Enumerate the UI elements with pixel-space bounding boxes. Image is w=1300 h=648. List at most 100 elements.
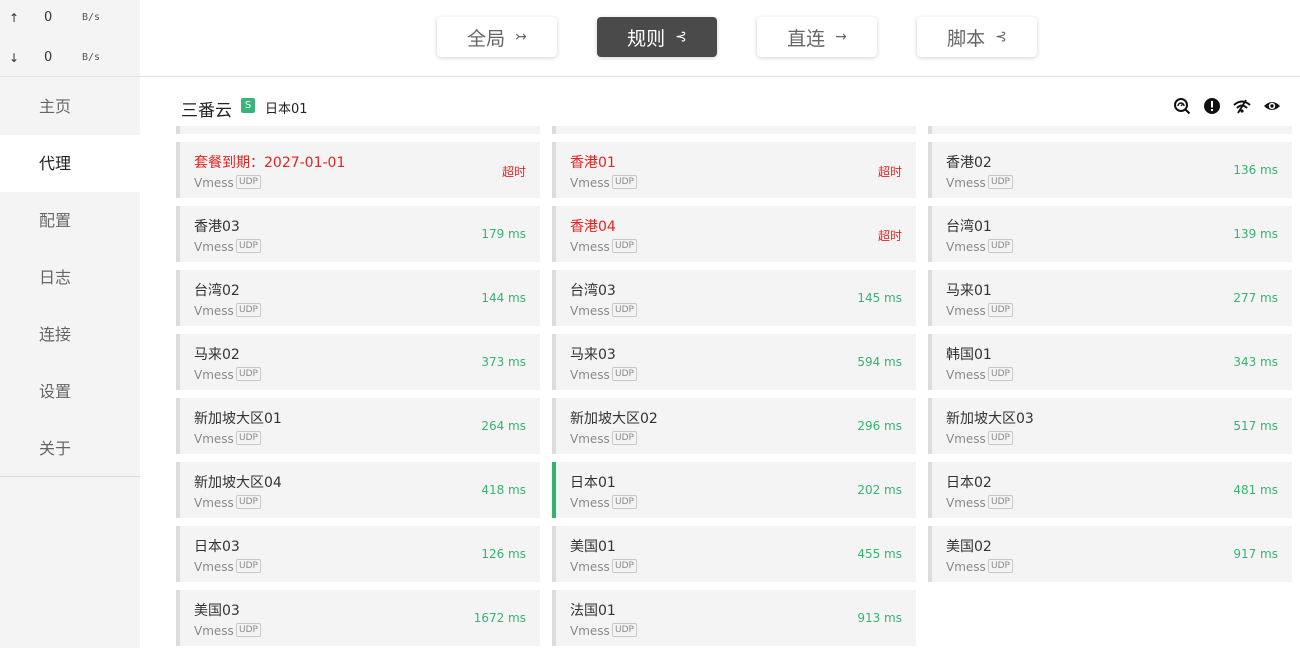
wifi-icon[interactable]	[1233, 97, 1251, 115]
proxy-card[interactable]: 香港01 Vmess UDP 超时	[552, 142, 916, 198]
proxy-card[interactable]: 新加坡大区01 Vmess UDP 264 ms	[176, 398, 540, 454]
proxy-delay[interactable]: 913 ms	[857, 611, 902, 625]
proxy-card[interactable]: 台湾01 Vmess UDP 139 ms	[928, 206, 1292, 262]
proxy-card[interactable]: 香港02 Vmess UDP 136 ms	[928, 142, 1292, 198]
proxy-card-partial[interactable]	[928, 126, 1292, 134]
proxy-delay[interactable]: 超时	[878, 227, 902, 244]
proxy-delay[interactable]: 136 ms	[1233, 163, 1278, 177]
mode-rule-label: 规则	[627, 27, 666, 50]
proxy-card[interactable]: 韩国01 Vmess UDP 343 ms	[928, 334, 1292, 390]
udp-badge: UDP	[236, 175, 261, 189]
udp-badge: UDP	[236, 303, 261, 317]
proxy-name: 新加坡大区04	[194, 475, 282, 491]
udp-badge: UDP	[236, 559, 261, 573]
proxy-name: 套餐到期：2027-01-01	[194, 155, 346, 171]
proxy-name: 日本01	[570, 475, 616, 491]
nav-item-proxy[interactable]: 代理	[0, 135, 140, 192]
proxy-name: 韩国01	[946, 347, 992, 363]
proxy-card[interactable]: 马来03 Vmess UDP 594 ms	[552, 334, 916, 390]
nav-item-connections[interactable]: 连接	[0, 306, 140, 363]
proxy-delay[interactable]: 145 ms	[857, 291, 902, 305]
proxy-name: 日本02	[946, 475, 992, 491]
nav-item-home[interactable]: 主页	[0, 78, 140, 135]
proxy-card[interactable]: 套餐到期：2027-01-01 Vmess UDP 超时	[176, 142, 540, 198]
upload-unit: B/s	[82, 12, 101, 23]
speed-test-icon[interactable]	[1173, 97, 1191, 115]
proxy-name: 日本03	[194, 539, 240, 555]
mode-global-button[interactable]: 全局 ↣	[437, 17, 557, 57]
proxy-card[interactable]: 马来02 Vmess UDP 373 ms	[176, 334, 540, 390]
proxy-delay[interactable]: 418 ms	[481, 483, 526, 497]
alert-icon[interactable]	[1203, 97, 1221, 115]
proxy-name: 美国02	[946, 539, 992, 555]
proxy-card[interactable]: 日本02 Vmess UDP 481 ms	[928, 462, 1292, 518]
eye-icon[interactable]	[1263, 97, 1281, 115]
proxy-card[interactable]: 美国01 Vmess UDP 455 ms	[552, 526, 916, 582]
nav-item-about[interactable]: 关于	[0, 420, 140, 477]
proxy-type: Vmess	[946, 304, 986, 318]
proxy-delay[interactable]: 517 ms	[1233, 419, 1278, 433]
mode-direct-button[interactable]: 直连 →	[757, 17, 877, 57]
proxy-card[interactable]: 日本03 Vmess UDP 126 ms	[176, 526, 540, 582]
proxy-card[interactable]: 香港03 Vmess UDP 179 ms	[176, 206, 540, 262]
proxy-card[interactable]: 台湾03 Vmess UDP 145 ms	[552, 270, 916, 326]
udp-badge: UDP	[988, 495, 1013, 509]
udp-badge: UDP	[988, 559, 1013, 573]
proxy-delay[interactable]: 126 ms	[481, 547, 526, 561]
proxy-delay[interactable]: 139 ms	[1233, 227, 1278, 241]
proxy-card[interactable]: 法国01 Vmess UDP 913 ms	[552, 590, 916, 646]
proxy-delay[interactable]: 296 ms	[857, 419, 902, 433]
mode-rule-button[interactable]: 规则 ⊰	[597, 17, 717, 57]
proxy-delay[interactable]: 343 ms	[1233, 355, 1278, 369]
proxy-delay[interactable]: 144 ms	[481, 291, 526, 305]
udp-badge: UDP	[236, 367, 261, 381]
udp-badge: UDP	[988, 431, 1013, 445]
proxy-delay[interactable]: 481 ms	[1233, 483, 1278, 497]
udp-badge: UDP	[236, 431, 261, 445]
proxy-delay[interactable]: 264 ms	[481, 419, 526, 433]
proxy-type: Vmess	[194, 496, 234, 510]
udp-badge: UDP	[612, 431, 637, 445]
udp-badge: UDP	[612, 559, 637, 573]
proxy-card-partial[interactable]	[176, 126, 540, 134]
proxy-delay[interactable]: 373 ms	[481, 355, 526, 369]
proxy-card[interactable]: 台湾02 Vmess UDP 144 ms	[176, 270, 540, 326]
proxy-name: 台湾01	[946, 219, 992, 235]
nav-item-settings[interactable]: 设置	[0, 363, 140, 420]
header-divider	[140, 76, 1300, 77]
proxy-delay[interactable]: 超时	[502, 163, 526, 180]
proxy-card[interactable]: 新加坡大区04 Vmess UDP 418 ms	[176, 462, 540, 518]
proxy-type: Vmess	[570, 304, 610, 318]
download-unit: B/s	[82, 52, 101, 63]
proxy-type: Vmess	[570, 432, 610, 446]
proxy-type: Vmess	[194, 624, 234, 638]
proxy-type: Vmess	[194, 240, 234, 254]
proxy-delay[interactable]: 917 ms	[1233, 547, 1278, 561]
proxy-card[interactable]: 马来01 Vmess UDP 277 ms	[928, 270, 1292, 326]
proxy-delay[interactable]: 202 ms	[857, 483, 902, 497]
branch-icon: ⊰	[995, 29, 1007, 45]
group-selected-proxy: 日本01	[265, 102, 308, 117]
proxy-card[interactable]: 美国03 Vmess UDP 1672 ms	[176, 590, 540, 646]
proxy-card[interactable]: 日本01 Vmess UDP 202 ms	[552, 462, 916, 518]
proxy-card[interactable]: 新加坡大区03 Vmess UDP 517 ms	[928, 398, 1292, 454]
proxy-card-partial[interactable]	[552, 126, 916, 134]
proxy-delay[interactable]: 1672 ms	[474, 611, 526, 625]
mode-script-button[interactable]: 脚本 ⊰	[917, 17, 1037, 57]
proxy-type: Vmess	[570, 176, 610, 190]
proxy-type: Vmess	[194, 176, 234, 190]
mode-direct-label: 直连	[787, 27, 826, 50]
proxy-group-name[interactable]: 三番云	[181, 96, 232, 121]
proxy-card[interactable]: 美国02 Vmess UDP 917 ms	[928, 526, 1292, 582]
proxy-delay[interactable]: 455 ms	[857, 547, 902, 561]
nav-item-profiles[interactable]: 配置	[0, 192, 140, 249]
proxy-delay[interactable]: 277 ms	[1233, 291, 1278, 305]
proxy-card[interactable]: 香港04 Vmess UDP 超时	[552, 206, 916, 262]
proxy-delay[interactable]: 594 ms	[857, 355, 902, 369]
nav-item-logs[interactable]: 日志	[0, 249, 140, 306]
proxy-delay[interactable]: 超时	[878, 163, 902, 180]
proxy-delay[interactable]: 179 ms	[481, 227, 526, 241]
arrow-split-icon: ↣	[515, 29, 527, 45]
proxy-type: Vmess	[946, 176, 986, 190]
proxy-card[interactable]: 新加坡大区02 Vmess UDP 296 ms	[552, 398, 916, 454]
